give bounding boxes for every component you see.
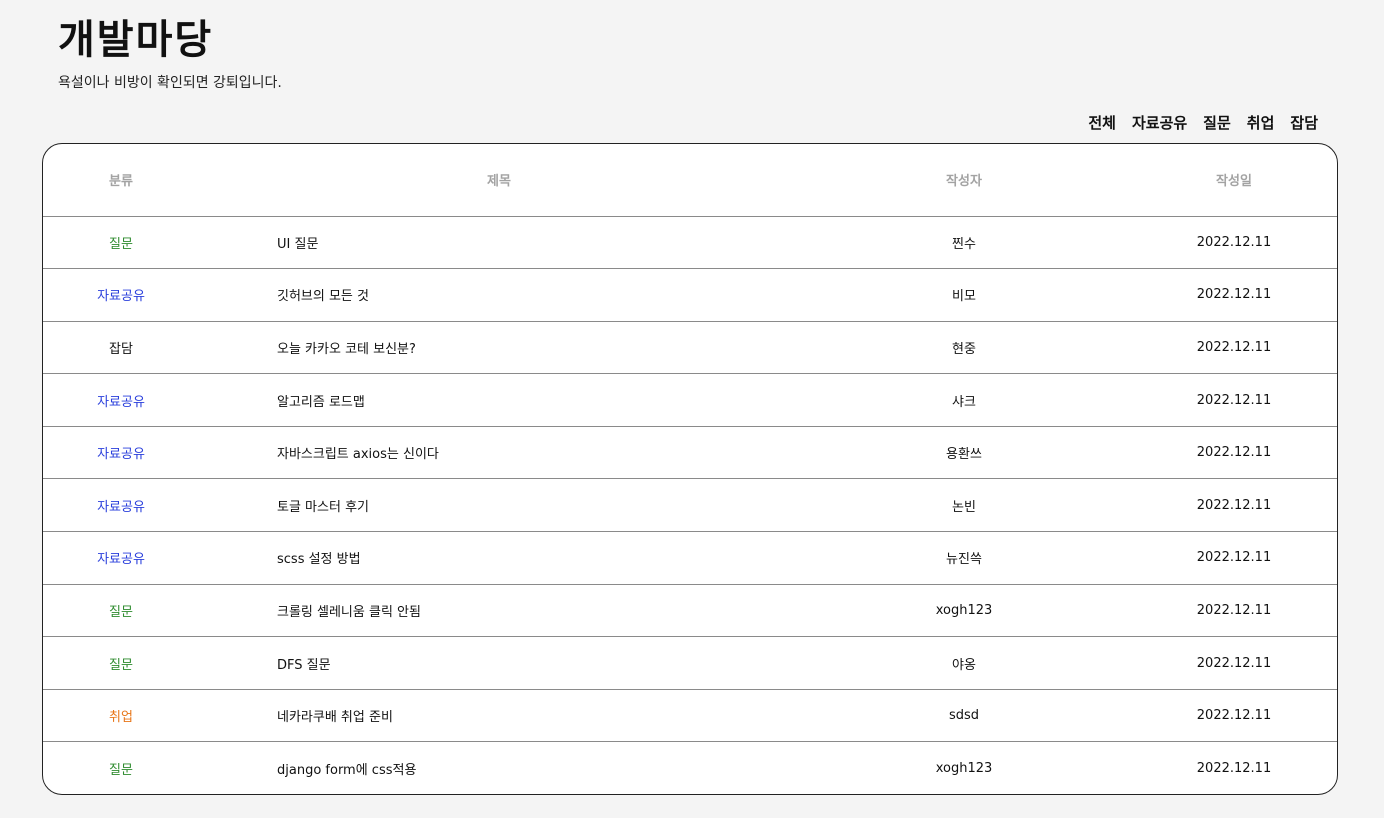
post-title[interactable]: 자바스크립트 axios는 신이다 <box>199 426 799 480</box>
post-author: xogh123 <box>799 584 1129 638</box>
table-row[interactable]: 자료공유 알고리즘 로드맵 샤크 2022.12.11 <box>43 373 1337 427</box>
post-title[interactable]: 오늘 카카오 코테 보신분? <box>199 321 799 375</box>
post-category: 자료공유 <box>43 268 199 322</box>
table-row[interactable]: 자료공유 자바스크립트 axios는 신이다 용환쓰 2022.12.11 <box>43 426 1337 480</box>
nav-item-questions[interactable]: 질문 <box>1203 113 1231 133</box>
post-category: 질문 <box>43 584 199 638</box>
post-title[interactable]: 네카라쿠배 취업 준비 <box>199 689 799 743</box>
post-category: 자료공유 <box>43 426 199 480</box>
table-row[interactable]: 잡담 오늘 카카오 코테 보신분? 현중 2022.12.11 <box>43 321 1337 375</box>
post-category: 자료공유 <box>43 373 199 427</box>
post-title[interactable]: 깃허브의 모든 것 <box>199 268 799 322</box>
post-date: 2022.12.11 <box>1129 636 1337 690</box>
post-title[interactable]: 크롤링 셀레니움 클릭 안됨 <box>199 584 799 638</box>
post-table: 분류 제목 작성자 작성일 질문 UI 질문 찐수 2022.12.11 자료공유 깃허브… <box>43 144 1337 794</box>
table-row[interactable]: 질문 django form에 css적용 xogh123 2022.12.11 <box>43 742 1337 794</box>
post-date: 2022.12.11 <box>1196 760 1272 776</box>
post-author: 찐수 <box>799 216 1129 270</box>
table-row[interactable]: 질문 크롤링 셀레니움 클릭 안됨 xogh123 2022.12.11 <box>43 584 1337 638</box>
post-category: 질문 <box>43 216 199 270</box>
post-category: 자료공유 <box>43 478 199 533</box>
page-title: 개발마당 <box>58 17 214 63</box>
post-date: 2022.12.11 <box>1129 373 1337 427</box>
post-date: 2022.12.11 <box>1129 321 1337 375</box>
post-author: 비모 <box>799 268 1129 322</box>
post-title[interactable]: 토글 마스터 후기 <box>199 478 799 533</box>
post-author: xogh123 <box>935 760 993 776</box>
table-row[interactable]: 자료공유 scss 설정 방법 뉴진쓱 2022.12.11 <box>43 531 1337 585</box>
post-title[interactable]: 알고리즘 로드맵 <box>199 373 799 427</box>
post-date: 2022.12.11 <box>1129 584 1337 638</box>
table-row[interactable]: 취업 네카라쿠배 취업 준비 sdsd 2022.12.11 <box>43 689 1337 743</box>
post-title[interactable]: UI 질문 <box>199 216 799 270</box>
post-date: 2022.12.11 <box>1129 216 1337 270</box>
nav-item-all[interactable]: 전체 <box>1088 113 1116 133</box>
post-author: 현중 <box>799 321 1129 375</box>
table-body: 질문 UI 질문 찐수 2022.12.11 자료공유 깃허브의 모든 것 비모 2022.1… <box>43 216 1337 794</box>
post-category: 잡담 <box>43 321 199 375</box>
category-nav: 전체 자료공유 질문 취업 잡담 <box>1088 113 1318 133</box>
post-author: 샤크 <box>799 373 1129 427</box>
post-date: 2022.12.11 <box>1129 426 1337 480</box>
column-header-date: 작성일 <box>1129 144 1337 217</box>
page-subtitle: 욕설이나 비방이 확인되면 강퇴입니다. <box>58 75 282 91</box>
column-header-category: 분류 <box>43 144 199 217</box>
table-header-row: 분류 제목 작성자 작성일 <box>43 144 1337 217</box>
post-category: 취업 <box>43 689 199 743</box>
nav-item-chat[interactable]: 잡담 <box>1290 113 1318 133</box>
post-author: sdsd <box>799 689 1129 743</box>
table-row[interactable]: 질문 DFS 질문 야옹 2022.12.11 <box>43 636 1337 690</box>
post-author: 야옹 <box>799 636 1129 690</box>
post-date: 2022.12.11 <box>1129 531 1337 585</box>
post-author: 논빈 <box>799 478 1129 533</box>
post-title[interactable]: django form에 css적용 <box>199 742 799 794</box>
post-category: 자료공유 <box>43 531 199 585</box>
post-date: 2022.12.11 <box>1129 689 1337 743</box>
post-category: 질문 <box>43 636 199 690</box>
post-title[interactable]: DFS 질문 <box>199 636 799 690</box>
post-title[interactable]: scss 설정 방법 <box>199 531 799 585</box>
post-category: 질문 <box>109 762 133 778</box>
post-author: 뉴진쓱 <box>799 531 1129 585</box>
table-row[interactable]: 자료공유 깃허브의 모든 것 비모 2022.12.11 <box>43 268 1337 322</box>
nav-item-resources[interactable]: 자료공유 <box>1132 113 1187 133</box>
post-date: 2022.12.11 <box>1129 268 1337 322</box>
nav-item-jobs[interactable]: 취업 <box>1247 113 1275 133</box>
table-row[interactable]: 질문 UI 질문 찐수 2022.12.11 <box>43 216 1337 270</box>
board-table-container: 분류 제목 작성자 작성일 질문 UI 질문 찐수 2022.12.11 자료공유 깃허브… <box>42 143 1338 795</box>
post-date: 2022.12.11 <box>1129 478 1337 533</box>
column-header-author: 작성자 <box>799 144 1129 217</box>
column-header-title: 제목 <box>199 144 799 217</box>
post-author: 용환쓰 <box>799 426 1129 480</box>
table-row[interactable]: 자료공유 토글 마스터 후기 논빈 2022.12.11 <box>43 478 1337 533</box>
